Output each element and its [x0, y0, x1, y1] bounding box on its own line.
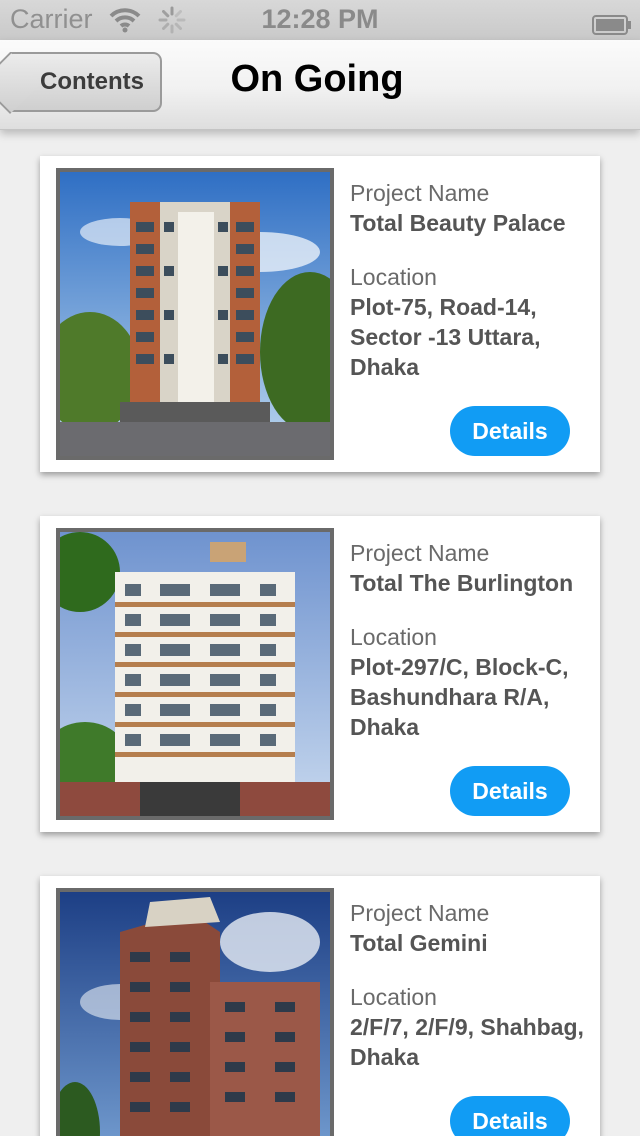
project-name-label: Project Name	[350, 540, 490, 566]
location-label: Location	[350, 624, 437, 650]
location-label: Location	[350, 264, 437, 290]
project-name: Total Gemini	[350, 930, 488, 956]
location-line: 2/F/7, 2/F/9, Shahbag,	[350, 1014, 584, 1040]
location-line: Dhaka	[350, 714, 420, 740]
location-line: Dhaka	[350, 1044, 420, 1070]
project-name: Total The Burlington	[350, 570, 574, 596]
project-info: Project Name Total Beauty Palace Locatio…	[350, 178, 600, 382]
details-button[interactable]: Details	[450, 406, 570, 456]
project-name: Total Beauty Palace	[350, 210, 566, 236]
building-photo	[56, 888, 334, 1136]
location-line: Sector -13 Uttara,	[350, 324, 541, 350]
details-button[interactable]: Details	[450, 1096, 570, 1136]
building-photo	[56, 528, 334, 820]
location-line: Bashundhara R/A,	[350, 684, 550, 710]
page-title: On Going	[230, 58, 404, 100]
location-line: Plot-297/C, Block-C,	[350, 654, 569, 680]
project-card: Project Name Total Gemini Location 2/F/7…	[40, 876, 600, 1136]
location-line: Dhaka	[350, 354, 420, 380]
project-name-label: Project Name	[350, 180, 490, 206]
project-card: Project Name Total Beauty Palace Locatio…	[40, 156, 600, 472]
details-button[interactable]: Details	[450, 766, 570, 816]
project-info: Project Name Total Gemini Location 2/F/7…	[350, 898, 600, 1072]
project-card: Project Name Total The Burlington Locati…	[40, 516, 600, 832]
project-info: Project Name Total The Burlington Locati…	[350, 538, 600, 742]
battery-icon	[592, 10, 632, 35]
project-name-label: Project Name	[350, 900, 490, 926]
location-label: Location	[350, 984, 437, 1010]
status-bar: Carrier 12:28 PM	[0, 0, 640, 40]
building-photo	[56, 168, 334, 460]
clock-label: 12:28 PM	[261, 4, 379, 34]
navigation-bar: Contents On Going	[0, 40, 640, 130]
location-line: Plot-75, Road-14,	[350, 294, 537, 320]
project-list[interactable]: Project Name Total Beauty Palace Locatio…	[0, 130, 640, 1136]
